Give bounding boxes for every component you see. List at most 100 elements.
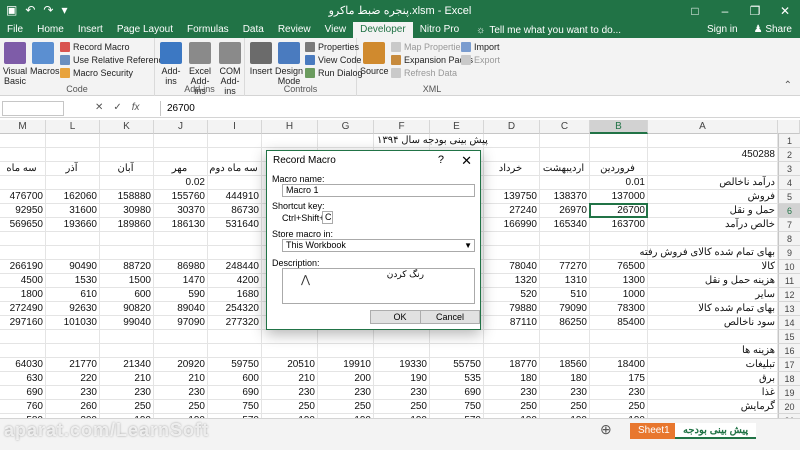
column-header-g[interactable]: G bbox=[318, 120, 374, 134]
value-cell[interactable]: 531640 bbox=[208, 218, 262, 232]
column-header-l[interactable]: L bbox=[46, 120, 100, 134]
value-cell[interactable]: 193660 bbox=[46, 218, 100, 232]
column-header-i[interactable]: I bbox=[208, 120, 262, 134]
label-cell[interactable]: هزینه ها bbox=[628, 344, 778, 358]
value-cell[interactable]: 1800 bbox=[0, 288, 46, 302]
value-cell[interactable]: 163700 bbox=[590, 218, 648, 232]
value-cell[interactable]: 189860 bbox=[100, 218, 154, 232]
sign-in-link[interactable]: Sign in bbox=[707, 22, 738, 38]
value-cell[interactable]: 27240 bbox=[484, 204, 540, 218]
column-header-a[interactable]: A bbox=[628, 120, 778, 134]
header-cell[interactable]: خرداد bbox=[484, 162, 540, 176]
value-cell[interactable]: 1500 bbox=[100, 274, 154, 288]
value-cell[interactable]: 230 bbox=[318, 386, 374, 400]
label-cell[interactable]: گرمایش bbox=[628, 400, 778, 414]
tab-nitro-pro[interactable]: Nitro Pro bbox=[413, 22, 466, 38]
value-cell[interactable]: 21340 bbox=[100, 358, 154, 372]
value-cell[interactable]: 76500 bbox=[590, 260, 648, 274]
value-cell[interactable]: 250 bbox=[262, 400, 318, 414]
value-cell[interactable]: 510 bbox=[540, 288, 590, 302]
macro-name-input[interactable]: Macro 1 bbox=[282, 184, 475, 197]
column-header-h[interactable]: H bbox=[262, 120, 318, 134]
value-cell[interactable]: 266190 bbox=[0, 260, 46, 274]
label-cell[interactable]: غذا bbox=[628, 386, 778, 400]
value-cell[interactable]: 569650 bbox=[0, 218, 46, 232]
value-cell[interactable]: 220 bbox=[46, 372, 100, 386]
row-header-9[interactable]: 9 bbox=[778, 246, 800, 260]
header-cell[interactable]: آذر bbox=[46, 162, 100, 176]
value-cell[interactable]: 260 bbox=[46, 400, 100, 414]
enter-icon[interactable]: ✓ bbox=[113, 102, 121, 113]
value-cell[interactable]: 210 bbox=[262, 372, 318, 386]
active-cell-b6[interactable] bbox=[589, 203, 648, 218]
value-cell[interactable]: 610 bbox=[46, 288, 100, 302]
label-cell[interactable]: برق bbox=[628, 372, 778, 386]
value-cell[interactable]: 230 bbox=[484, 386, 540, 400]
column-header-e[interactable]: E bbox=[430, 120, 484, 134]
design-mode-button[interactable]: Design Mode bbox=[275, 42, 303, 86]
value-cell[interactable]: 1680 bbox=[208, 288, 262, 302]
description-textarea[interactable]: رنگ کردن bbox=[282, 268, 475, 304]
row-header-17[interactable]: 17 bbox=[778, 358, 800, 372]
row-header-15[interactable]: 15 bbox=[778, 330, 800, 344]
value-cell[interactable]: 85400 bbox=[590, 316, 648, 330]
map-properties-button[interactable]: Map Properties bbox=[391, 42, 465, 52]
value-cell[interactable]: 272490 bbox=[0, 302, 46, 316]
row-header-7[interactable]: 7 bbox=[778, 218, 800, 232]
value-cell[interactable]: 200 bbox=[318, 372, 374, 386]
add-sheet-icon[interactable]: ⊕ bbox=[600, 421, 612, 438]
tab-data[interactable]: Data bbox=[236, 22, 271, 38]
value-cell[interactable]: 600 bbox=[208, 372, 262, 386]
value-cell[interactable]: 254320 bbox=[208, 302, 262, 316]
minimize-icon[interactable]: – bbox=[710, 0, 740, 22]
value-cell[interactable]: 760 bbox=[0, 400, 46, 414]
value-cell[interactable]: 79090 bbox=[540, 302, 590, 316]
value-cell[interactable]: 750 bbox=[208, 400, 262, 414]
value-cell[interactable]: 97090 bbox=[154, 316, 208, 330]
formula-input[interactable]: 26700 bbox=[160, 101, 800, 116]
column-header-m[interactable]: M bbox=[0, 120, 46, 134]
record-macro-button[interactable]: Record Macro bbox=[60, 42, 130, 52]
value-cell[interactable]: 92950 bbox=[0, 204, 46, 218]
row-header-6[interactable]: 6 bbox=[778, 204, 800, 218]
tab-budget-forecast[interactable]: پیش بینی بودجه bbox=[675, 423, 757, 439]
row-header-5[interactable]: 5 bbox=[778, 190, 800, 204]
value-cell[interactable]: 230 bbox=[154, 386, 208, 400]
import-button[interactable]: Import bbox=[461, 42, 500, 52]
column-header-f[interactable]: F bbox=[374, 120, 430, 134]
column-header-c[interactable]: C bbox=[540, 120, 590, 134]
properties-button[interactable]: Properties bbox=[305, 42, 359, 52]
row-header-4[interactable]: 4 bbox=[778, 176, 800, 190]
value-cell[interactable]: 78040 bbox=[484, 260, 540, 274]
value-cell[interactable]: 444910 bbox=[208, 190, 262, 204]
value-cell[interactable]: 30370 bbox=[154, 204, 208, 218]
header-cell[interactable]: اردیبهشت bbox=[540, 162, 590, 176]
cell-j4[interactable]: 0.02 bbox=[154, 176, 208, 190]
maximize-icon[interactable]: ❐ bbox=[740, 0, 770, 22]
value-cell[interactable]: 20510 bbox=[262, 358, 318, 372]
value-cell[interactable]: 21770 bbox=[46, 358, 100, 372]
value-cell[interactable]: 162060 bbox=[46, 190, 100, 204]
label-cell[interactable]: سایر bbox=[628, 288, 778, 302]
value-cell[interactable]: 230 bbox=[540, 386, 590, 400]
value-cell[interactable]: 87110 bbox=[484, 316, 540, 330]
close-icon[interactable]: ✕ bbox=[461, 153, 472, 169]
tab-developer[interactable]: Developer bbox=[353, 22, 413, 38]
value-cell[interactable]: 180 bbox=[540, 372, 590, 386]
value-cell[interactable]: 230 bbox=[262, 386, 318, 400]
value-cell[interactable]: 175 bbox=[590, 372, 648, 386]
row-header-3[interactable]: 3 bbox=[778, 162, 800, 176]
value-cell[interactable]: 166990 bbox=[484, 218, 540, 232]
close-icon[interactable]: ✕ bbox=[770, 0, 800, 22]
value-cell[interactable]: 190 bbox=[374, 372, 430, 386]
value-cell[interactable]: 230 bbox=[374, 386, 430, 400]
value-cell[interactable]: 77270 bbox=[540, 260, 590, 274]
value-cell[interactable]: 86250 bbox=[540, 316, 590, 330]
collapse-ribbon-icon[interactable]: ⌃ bbox=[784, 80, 792, 91]
tab-view[interactable]: View bbox=[318, 22, 354, 38]
value-cell[interactable]: 18770 bbox=[484, 358, 540, 372]
value-cell[interactable]: 55750 bbox=[430, 358, 484, 372]
value-cell[interactable]: 250 bbox=[540, 400, 590, 414]
ribbon-display-icon[interactable]: □ bbox=[680, 0, 710, 22]
column-header-k[interactable]: K bbox=[100, 120, 154, 134]
